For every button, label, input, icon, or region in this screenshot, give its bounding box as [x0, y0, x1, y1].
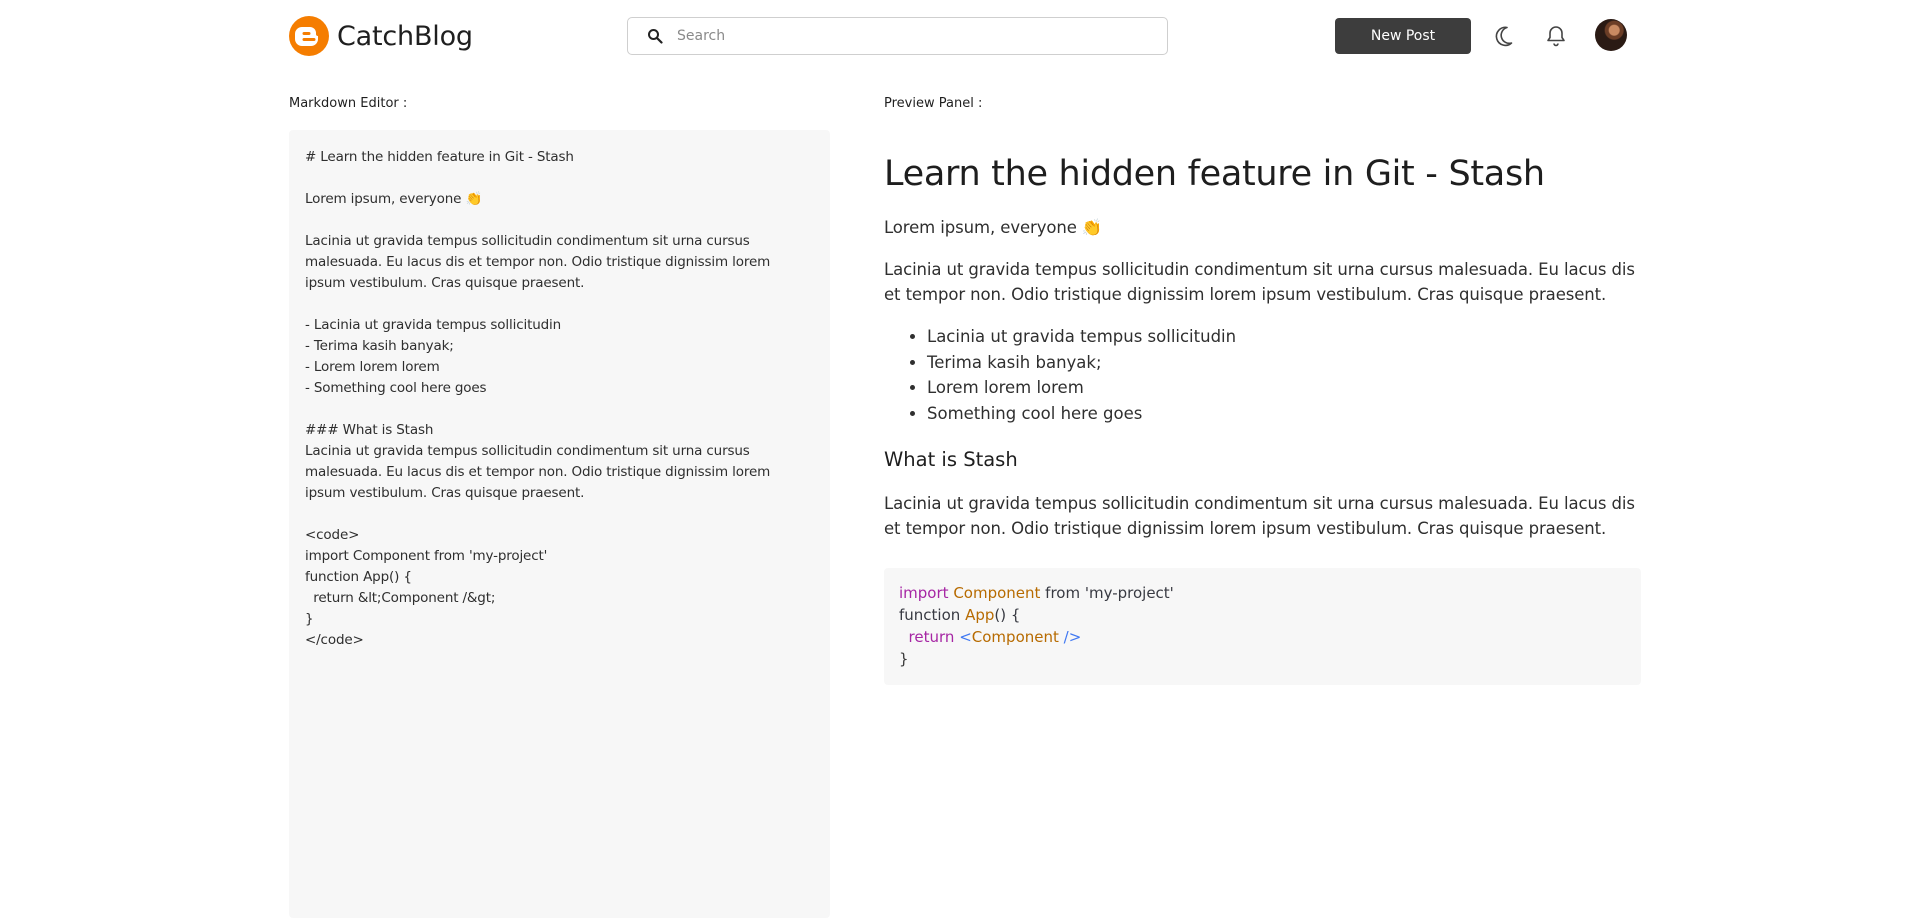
- code-line: import Component from 'my-project': [899, 582, 1626, 604]
- list-item: Lorem lorem lorem: [927, 375, 1641, 401]
- code-keyword: return: [908, 628, 955, 646]
- search-icon: [648, 29, 663, 44]
- list-item: Lacinia ut gravida tempus sollicitudin: [927, 324, 1641, 350]
- brand-name: CatchBlog: [337, 20, 473, 52]
- list-item: Something cool here goes: [927, 401, 1641, 427]
- code-text: from 'my-project': [1040, 584, 1174, 602]
- code-line: return <Component />: [899, 626, 1626, 648]
- code-identifier: App: [965, 606, 995, 624]
- code-block: import Component from 'my-project' funct…: [884, 568, 1641, 685]
- search-input[interactable]: [677, 28, 1147, 44]
- preview-panel: Learn the hidden feature in Git - Stash …: [884, 130, 1641, 685]
- editor-content[interactable]: # Learn the hidden feature in Git - Stas…: [305, 147, 814, 651]
- code-line: }: [899, 650, 909, 668]
- code-tag-open: <: [959, 628, 972, 646]
- editor-label: Markdown Editor :: [289, 96, 408, 111]
- top-header: CatchBlog New Post: [0, 0, 1920, 72]
- preview-subheading: What is Stash: [884, 448, 1018, 471]
- list-item: Terima kasih banyak;: [927, 350, 1641, 376]
- code-tag-close: />: [1058, 628, 1082, 646]
- preview-paragraph: Lacinia ut gravida tempus sollicitudin c…: [884, 260, 1635, 304]
- code-identifier: Component: [953, 584, 1041, 602]
- preview-paragraph: Lacinia ut gravida tempus sollicitudin c…: [884, 494, 1635, 538]
- code-text: () {: [994, 606, 1021, 624]
- brand[interactable]: CatchBlog: [289, 16, 473, 56]
- new-post-button[interactable]: New Post: [1335, 18, 1471, 54]
- preview-greeting: Lorem ipsum, everyone 👏: [884, 218, 1103, 237]
- code-keyword: import: [899, 584, 949, 602]
- avatar[interactable]: [1595, 19, 1627, 51]
- preview-label: Preview Panel :: [884, 96, 983, 111]
- bell-icon[interactable]: [1544, 24, 1568, 48]
- code-keyword: function: [899, 606, 961, 624]
- markdown-editor[interactable]: # Learn the hidden feature in Git - Stas…: [289, 130, 830, 918]
- search-bar[interactable]: [627, 17, 1168, 55]
- code-identifier: Component: [971, 628, 1059, 646]
- blogger-logo-icon: [289, 16, 329, 56]
- preview-list: Lacinia ut gravida tempus sollicitudin T…: [884, 324, 1641, 426]
- moon-icon[interactable]: [1492, 24, 1516, 48]
- preview-title: Learn the hidden feature in Git - Stash: [884, 154, 1545, 194]
- code-line: function App() {: [899, 604, 1626, 626]
